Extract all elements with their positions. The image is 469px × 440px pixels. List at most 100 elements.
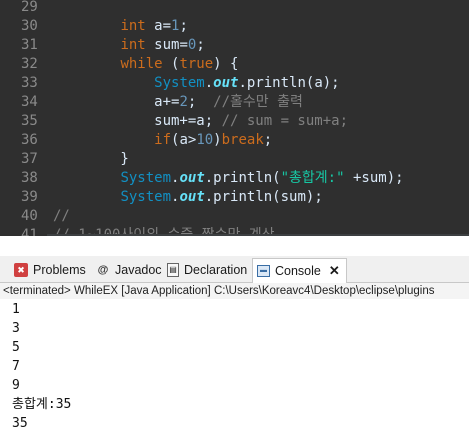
code-token: int (120, 37, 146, 53)
code-text: if(a>10)break; (53, 131, 272, 150)
tab-problems-label: Problems (33, 263, 86, 277)
code-text: int a=1; (53, 17, 188, 36)
line-number: 34 (21, 94, 38, 110)
code-token: System (154, 75, 205, 91)
code-line[interactable]: 39 System.out.println(sum); (0, 188, 469, 207)
code-token: ; (187, 94, 214, 110)
code-token: 10 (196, 132, 214, 148)
code-token: .println(sum); (204, 189, 323, 205)
code-line[interactable]: 38 System.out.println("총합계:" +sum); (0, 169, 469, 188)
code-token: .println(a); (238, 75, 340, 91)
code-token: // (53, 208, 70, 224)
code-text: int sum=0; (53, 36, 205, 55)
code-editor[interactable]: 29 30 int a=1; 31 int sum=0; 32 while (true… (0, 0, 469, 236)
code-token: +sum); (344, 170, 404, 186)
javadoc-icon: @ (97, 264, 109, 276)
code-token: out (213, 75, 239, 91)
code-token: } (53, 151, 129, 167)
code-line[interactable]: 36 if(a>10)break; (0, 131, 469, 150)
console-output-line: 총합계:35 (12, 397, 72, 412)
code-text: System.out.println(a); (53, 74, 340, 93)
line-number: 36 (21, 132, 38, 148)
console-output-line: 1 (12, 302, 20, 317)
line-number: 29 (21, 0, 38, 15)
console-status: <terminated> WhileEX [Java Application] … (0, 283, 469, 299)
code-line[interactable]: 40 // (0, 207, 469, 226)
code-token: //홀수만 출력 (213, 94, 303, 110)
code-text: System.out.println("총합계:" +sum); (53, 169, 404, 188)
declaration-icon: ▤ (167, 263, 179, 277)
code-token: break (221, 132, 264, 148)
console-icon: ▬ (257, 265, 270, 277)
code-line[interactable]: 34 a+=2; //홀수만 출력 (0, 93, 469, 112)
tab-javadoc-label: Javadoc (115, 263, 162, 277)
code-token: . (204, 75, 214, 91)
code-token: a+= (53, 94, 180, 110)
console-output-line: 5 (12, 340, 20, 355)
line-number: 32 (21, 56, 38, 72)
tab-declaration[interactable]: ▤ Declaration (167, 259, 247, 281)
code-token: (a> (171, 132, 197, 148)
close-icon[interactable]: ✕ (329, 263, 340, 279)
tab-javadoc[interactable]: @ Javadoc (96, 259, 162, 281)
tab-console-label: Console (275, 264, 321, 278)
code-token: // sum = sum+a; (221, 113, 349, 129)
code-token: ; (196, 37, 205, 53)
code-line[interactable]: 30 int a=1; (0, 17, 469, 36)
code-token: ) (213, 132, 222, 148)
line-number: 41 (21, 227, 38, 236)
code-token: out (179, 170, 205, 186)
line-number: 37 (21, 151, 38, 167)
line-number: 40 (21, 208, 38, 224)
code-token: ) { (213, 56, 239, 72)
console-output-line: 3 (12, 321, 20, 336)
console-output-line: 35 (12, 416, 28, 431)
code-token: if (154, 132, 172, 148)
problems-icon: ✖ (14, 263, 28, 277)
code-line[interactable]: 32 while (true) { (0, 55, 469, 74)
code-text: while (true) { (53, 55, 238, 74)
code-line[interactable]: 37 } (0, 150, 469, 169)
code-token: a= (145, 18, 172, 34)
code-text: sum+=a; // sum = sum+a; (53, 112, 348, 131)
code-line[interactable]: 29 (0, 0, 469, 17)
code-token: System (120, 170, 172, 186)
code-token: 2 (179, 94, 188, 110)
view-tab-bar: ✖ Problems @ Javadoc ▤ Declaration ▬ Con… (0, 256, 469, 283)
code-token: sum= (145, 37, 188, 53)
code-line[interactable]: 33 System.out.println(a); (0, 74, 469, 93)
code-text: } (53, 150, 129, 169)
scroll-left-icon[interactable]: ❮ (51, 234, 62, 236)
code-text: // (53, 207, 70, 226)
line-number: 33 (21, 75, 38, 91)
code-token: .println( (204, 170, 281, 186)
code-token: while (120, 56, 163, 72)
code-token: out (179, 189, 205, 205)
line-number: 39 (21, 189, 38, 205)
line-number: 31 (21, 37, 38, 53)
code-text: System.out.println(sum); (53, 188, 323, 207)
code-token: sum+=a; (53, 113, 222, 129)
code-token: System (120, 189, 172, 205)
horizontal-scrollbar[interactable]: ❮ (47, 234, 469, 236)
tab-declaration-label: Declaration (184, 263, 248, 277)
code-token: true (179, 56, 214, 72)
code-text: a+=2; //홀수만 출력 (53, 93, 303, 112)
tab-console[interactable]: ▬ Console ✕ (252, 258, 347, 283)
code-line[interactable]: 35 sum+=a; // sum = sum+a; (0, 112, 469, 131)
line-number: 38 (21, 170, 38, 186)
code-token: ; (179, 18, 188, 34)
code-line[interactable]: 31 int sum=0; (0, 36, 469, 55)
console-output-line: 9 (12, 378, 20, 393)
console-output-line: 7 (12, 359, 20, 374)
code-token: ( (162, 56, 180, 72)
code-token: int (120, 18, 146, 34)
tab-problems[interactable]: ✖ Problems (14, 259, 86, 281)
